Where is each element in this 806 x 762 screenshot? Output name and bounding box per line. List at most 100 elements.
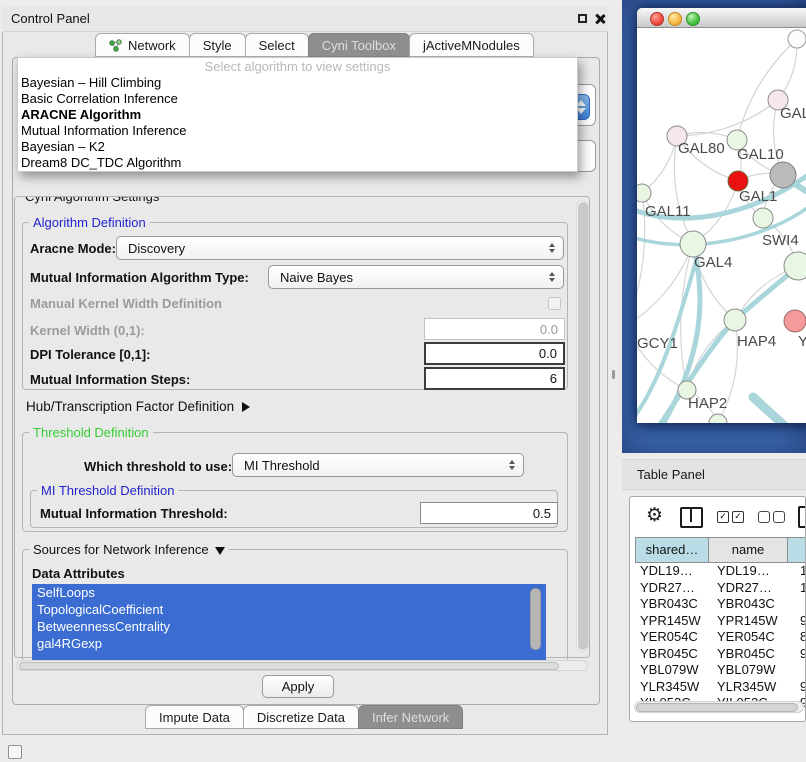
tab-cyni-toolbox[interactable]: Cyni Toolbox xyxy=(308,33,410,57)
settings-scrollbar-thumb[interactable] xyxy=(578,202,588,650)
table-row[interactable]: YBL079WYBL079W xyxy=(635,662,806,679)
table-cell[interactable]: 9. xyxy=(795,679,806,696)
float-panel-icon[interactable] xyxy=(578,14,587,23)
table-cell[interactable]: 8. xyxy=(795,629,806,646)
algorithm-option-bayesian-hill-climbing[interactable]: Bayesian – Hill Climbing xyxy=(18,75,577,91)
table-cell[interactable]: YDL19… xyxy=(712,563,795,580)
table-cell[interactable] xyxy=(795,662,806,679)
tab-style[interactable]: Style xyxy=(189,33,246,57)
node-label: HAP4 xyxy=(737,333,776,350)
algorithm-option-mutual-information-inference[interactable]: Mutual Information Inference xyxy=(18,123,577,139)
column-header-shared[interactable]: shared… xyxy=(635,537,709,563)
network-node-hap4[interactable] xyxy=(724,309,746,331)
network-canvas[interactable]: GAL7GAL80GAL10GAL1GAL11SWI4GAL4HAP4YGCY1… xyxy=(637,29,806,423)
table-cell[interactable]: YBR043C xyxy=(635,596,712,613)
table-cell[interactable] xyxy=(795,596,806,613)
bottom-tab-infer-network[interactable]: Infer Network xyxy=(358,705,463,729)
table-cell[interactable]: YPR145W xyxy=(712,613,795,630)
tab-select[interactable]: Select xyxy=(245,33,309,57)
select-all-icon[interactable]: ✓ xyxy=(717,511,729,523)
table-cell[interactable]: 13 xyxy=(795,563,806,580)
collapsed-panel-icon[interactable] xyxy=(8,745,22,759)
data-attributes-list[interactable]: SelfLoopsTopologicalCoefficientBetweenne… xyxy=(32,584,546,664)
mi-steps-field[interactable]: 6 xyxy=(424,367,565,390)
algorithm-option-dream8-dc-tdc-algorithm[interactable]: Dream8 DC_TDC Algorithm xyxy=(18,155,577,171)
aracne-mode-select[interactable]: Discovery xyxy=(116,236,564,260)
select-all-icon[interactable]: ✓ xyxy=(732,511,744,523)
network-node-swi4[interactable] xyxy=(753,208,773,228)
column-header-hidden[interactable] xyxy=(787,537,806,563)
table-cell[interactable]: YER054C xyxy=(712,629,795,646)
bottom-tab-discretize-data[interactable]: Discretize Data xyxy=(243,705,359,729)
table-row[interactable]: YDR27…YDR27…12 xyxy=(635,580,806,597)
panel-splitter-handle[interactable] xyxy=(612,370,615,379)
table-row[interactable]: YPR145WYPR145W9. xyxy=(635,613,806,630)
algorithm-option-basic-correlation-inference[interactable]: Basic Correlation Inference xyxy=(18,91,577,107)
table-row[interactable]: YBR045CYBR045C9. xyxy=(635,646,806,663)
tab-network[interactable]: Network xyxy=(95,33,190,57)
hub-definition-toggle[interactable]: Hub/Transcription Factor Definition xyxy=(26,399,250,414)
node-label: GAL7 xyxy=(780,105,806,122)
table-cell[interactable]: 9. xyxy=(795,646,806,663)
column-header-name[interactable]: name xyxy=(708,537,788,563)
table-sheet-icon[interactable] xyxy=(798,506,806,528)
mi-threshold-field[interactable]: 0.5 xyxy=(420,502,558,524)
attribute-list-scrollbar[interactable] xyxy=(530,588,541,650)
table-cell[interactable]: YBL079W xyxy=(712,662,795,679)
dpi-tolerance-field[interactable]: 0.0 xyxy=(424,342,565,365)
mi-threshold-label: Mutual Information Threshold: xyxy=(40,506,228,521)
algorithm-option-bayesian-k2[interactable]: Bayesian – K2 xyxy=(18,139,577,155)
table-row[interactable]: YER054CYER054C8. xyxy=(635,629,806,646)
table-row[interactable]: YDL19…YDL19…13 xyxy=(635,563,806,580)
manual-kernel-checkbox[interactable] xyxy=(548,297,561,310)
data-attributes-label: Data Attributes xyxy=(32,566,125,581)
table-cell[interactable]: 9. xyxy=(795,613,806,630)
table-cell[interactable]: YER054C xyxy=(635,629,712,646)
close-window-icon[interactable] xyxy=(650,12,664,26)
gear-icon[interactable]: ⚙ xyxy=(646,504,663,526)
minimize-window-icon[interactable] xyxy=(668,12,682,26)
column-split-icon[interactable] xyxy=(680,507,703,528)
table-body: YDL19…YDL19…13YDR27…YDR27…12YBR043CYBR04… xyxy=(635,563,806,712)
apply-button[interactable]: Apply xyxy=(262,675,334,698)
table-cell[interactable]: YPR145W xyxy=(635,613,712,630)
table-hscrollbar-thumb[interactable] xyxy=(636,703,798,712)
bottom-tab-label: Infer Network xyxy=(372,707,449,728)
table-row[interactable]: YBR043CYBR043C xyxy=(635,596,806,613)
table-cell[interactable]: YDR27… xyxy=(712,580,795,597)
network-node-gal11[interactable] xyxy=(637,184,651,202)
attribute-item-selfloops[interactable]: SelfLoops xyxy=(32,584,546,601)
table-cell[interactable]: YBR045C xyxy=(712,646,795,663)
kernel-width-field[interactable]: 0.0 xyxy=(424,318,565,340)
algorithm-option-aracne-algorithm[interactable]: ARACNE Algorithm xyxy=(18,107,577,123)
deselect-all-icon[interactable] xyxy=(758,511,770,523)
table-cell[interactable]: YBR045C xyxy=(635,646,712,663)
sources-group-title[interactable]: Sources for Network Inference xyxy=(29,542,229,557)
which-threshold-select[interactable]: MI Threshold xyxy=(232,453,524,477)
deselect-all-icon[interactable] xyxy=(773,511,785,523)
network-node-y[interactable] xyxy=(784,310,806,332)
table-cell[interactable]: 12 xyxy=(795,580,806,597)
table-cell[interactable]: YDR27… xyxy=(635,580,712,597)
network-node-unlabeled[interactable] xyxy=(788,30,806,48)
network-edge-highlighted xyxy=(753,397,806,423)
attribute-item-betweennesscentrality[interactable]: BetweennessCentrality xyxy=(32,618,546,635)
table-cell[interactable]: YLR345W xyxy=(635,679,712,696)
attribute-item-topologicalcoefficient[interactable]: TopologicalCoefficient xyxy=(32,601,546,618)
table-cell[interactable]: YBL079W xyxy=(635,662,712,679)
mi-type-label: Mutual Information Algorithm Type: xyxy=(30,270,249,285)
bottom-tab-impute-data[interactable]: Impute Data xyxy=(145,705,244,729)
network-node-unlabeled[interactable] xyxy=(770,162,796,188)
mi-type-select[interactable]: Naive Bayes xyxy=(268,265,564,289)
close-panel-icon[interactable] xyxy=(594,13,605,24)
settings-hscrollbar-thumb[interactable] xyxy=(19,662,559,670)
table-cell[interactable]: YDL19… xyxy=(635,563,712,580)
table-cell[interactable]: YLR345W xyxy=(712,679,795,696)
zoom-window-icon[interactable] xyxy=(686,12,700,26)
tab-jactivemnodules[interactable]: jActiveMNodules xyxy=(409,33,534,57)
table-row[interactable]: YLR345WYLR345W9. xyxy=(635,679,806,696)
network-node-unlabeled[interactable] xyxy=(709,414,727,423)
table-cell[interactable]: YBR043C xyxy=(712,596,795,613)
node-label: GAL11 xyxy=(645,203,691,220)
attribute-item-gal4rgexp[interactable]: gal4RGexp xyxy=(32,635,546,652)
